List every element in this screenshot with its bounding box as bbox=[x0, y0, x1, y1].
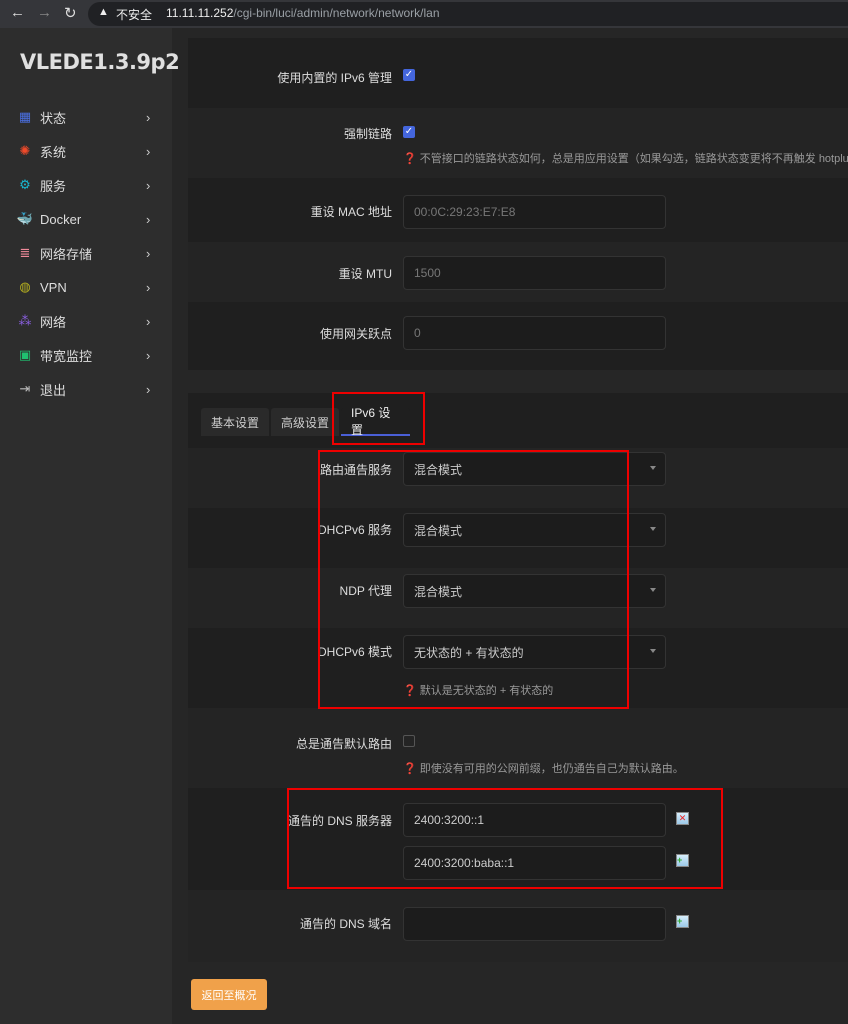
sidebar-item[interactable]: ⇥ 退出 › bbox=[0, 372, 172, 406]
metric-row: 使用网关跃点 0 bbox=[188, 302, 848, 362]
gear-icon: ✺ bbox=[19, 143, 31, 158]
database-icon: ≣ bbox=[19, 245, 31, 260]
default-route-label: 总是通告默认路由 bbox=[295, 737, 392, 751]
chevron-right-icon: › bbox=[146, 143, 151, 159]
sidebar-item[interactable]: ▦ 状态 › bbox=[0, 100, 172, 134]
url-path: /cgi-bin/luci/admin/network/network/lan bbox=[233, 6, 440, 20]
chevron-right-icon: › bbox=[146, 109, 151, 125]
tab-advanced[interactable]: 高级设置 bbox=[271, 408, 340, 436]
metric-label: 使用网关跃点 bbox=[319, 327, 392, 341]
sidebar-item[interactable]: 🐳 Docker › bbox=[0, 202, 172, 236]
back-to-overview-button[interactable]: 返回至概况 bbox=[191, 979, 267, 1010]
domain-label: 通告的 DNS 域名 bbox=[299, 917, 392, 931]
chevron-right-icon: › bbox=[146, 313, 151, 329]
url-text[interactable]: 11.11.11.252/cgi-bin/luci/admin/network/… bbox=[166, 6, 440, 20]
sitemap-icon: ⁂ bbox=[18, 313, 32, 328]
cogs-icon: ⚙ bbox=[19, 177, 31, 192]
help-text: 不管接口的链路状态如何，总是用应用设置（如果勾选，链路状态变更将不再触发 hot… bbox=[419, 153, 848, 165]
sidebar-item-label: 系统 bbox=[40, 144, 67, 160]
warning-icon[interactable]: ▲ bbox=[98, 6, 109, 18]
default-route-row: 总是通告默认路由 ❓ 即使没有可用的公网前缀，也仍通告自己为默认路由。 bbox=[188, 708, 848, 788]
mtu-row: 重设 MTU 1500 bbox=[188, 242, 848, 302]
highlight-box bbox=[287, 788, 723, 889]
default-route-checkbox[interactable] bbox=[403, 735, 415, 747]
chevron-right-icon: › bbox=[146, 347, 151, 363]
sidebar-item-label: VPN bbox=[40, 279, 67, 295]
ipv6-mgmt-label: 使用内置的 IPv6 管理 bbox=[277, 71, 392, 85]
mac-label: 重设 MAC 地址 bbox=[310, 205, 392, 219]
sidebar-item-label: Docker bbox=[40, 211, 82, 227]
forward-icon[interactable]: → bbox=[37, 4, 52, 21]
sidebar-item-label: 网络存储 bbox=[40, 246, 93, 262]
monitor-icon: ▣ bbox=[18, 347, 32, 362]
mac-input[interactable]: 00:0C:29:23:E7:E8 bbox=[403, 195, 666, 229]
sidebar-item[interactable]: ✺ 系统 › bbox=[0, 134, 172, 168]
force-link-label: 强制链路 bbox=[343, 127, 392, 141]
chevron-right-icon: › bbox=[146, 381, 151, 397]
sidebar-item-label: 网络 bbox=[40, 314, 67, 330]
help-text: 即使没有可用的公网前缀，也仍通告自己为默认路由。 bbox=[419, 763, 684, 775]
logout-icon: ⇥ bbox=[19, 381, 31, 396]
globe-lock-icon: ◍ bbox=[19, 279, 31, 294]
sidebar-item[interactable]: ▣ 带宽监控 › bbox=[0, 338, 172, 372]
tab-basic[interactable]: 基本设置 bbox=[201, 408, 270, 436]
chevron-right-icon: › bbox=[146, 211, 151, 227]
sidebar-item-label: 带宽监控 bbox=[40, 348, 93, 364]
dashboard-icon: ▦ bbox=[18, 109, 32, 124]
dropdown-arrow-icon bbox=[650, 466, 656, 470]
add-entry-icon[interactable]: + bbox=[676, 915, 689, 928]
back-icon[interactable]: ← bbox=[10, 4, 25, 21]
force-link-checkbox[interactable]: ✓ bbox=[403, 126, 415, 138]
dropdown-arrow-icon bbox=[650, 527, 656, 531]
highlight-box bbox=[318, 450, 629, 709]
browser-toolbar: ← → ↻ ▲ 不安全 11.11.11.252/cgi-bin/luci/ad… bbox=[0, 0, 848, 28]
ipv6-mgmt-row: 使用内置的 IPv6 管理 ✓ bbox=[188, 44, 848, 108]
domain-input[interactable] bbox=[403, 907, 666, 941]
sidebar-item-label: 退出 bbox=[40, 382, 67, 398]
security-label[interactable]: 不安全 bbox=[116, 6, 152, 23]
highlight-box bbox=[332, 392, 425, 445]
chevron-right-icon: › bbox=[146, 177, 151, 193]
logo: VLEDE1.3.9p2 bbox=[20, 50, 180, 74]
chevron-right-icon: › bbox=[146, 279, 151, 295]
sidebar-item[interactable]: ⁂ 网络 › bbox=[0, 304, 172, 338]
default-route-help: ❓ 即使没有可用的公网前缀，也仍通告自己为默认路由。 bbox=[403, 763, 684, 775]
metric-input[interactable]: 0 bbox=[403, 316, 666, 350]
dropdown-arrow-icon bbox=[650, 588, 656, 592]
docker-icon: 🐳 bbox=[16, 211, 34, 226]
url-host: 11.11.11.252 bbox=[166, 6, 234, 20]
chevron-right-icon: › bbox=[146, 245, 151, 261]
sidebar-item[interactable]: ⚙ 服务 › bbox=[0, 168, 172, 202]
ipv6-mgmt-checkbox[interactable]: ✓ bbox=[403, 69, 415, 81]
force-link-row: 强制链路 ✓ ❓ 不管接口的链路状态如何，总是用应用设置（如果勾选，链路状态变更… bbox=[188, 108, 848, 178]
mtu-input[interactable]: 1500 bbox=[403, 256, 666, 290]
mtu-label: 重设 MTU bbox=[338, 267, 392, 281]
sidebar-item[interactable]: ◍ VPN › bbox=[0, 270, 172, 304]
general-panel: 使用内置的 IPv6 管理 ✓ 强制链路 ✓ ❓ 不管接口的链路状态如何，总是用… bbox=[188, 38, 848, 370]
sidebar-item-label: 服务 bbox=[40, 178, 67, 194]
reload-icon[interactable]: ↻ bbox=[64, 4, 77, 22]
sidebar-item-label: 状态 bbox=[40, 110, 67, 126]
domain-row: 通告的 DNS 域名 + bbox=[188, 890, 848, 962]
force-link-help: ❓ 不管接口的链路状态如何，总是用应用设置（如果勾选，链路状态变更将不再触发 h… bbox=[403, 150, 848, 166]
dropdown-arrow-icon bbox=[650, 649, 656, 653]
sidebar-item[interactable]: ≣ 网络存储 › bbox=[0, 236, 172, 270]
mac-row: 重设 MAC 地址 00:0C:29:23:E7:E8 bbox=[188, 178, 848, 242]
